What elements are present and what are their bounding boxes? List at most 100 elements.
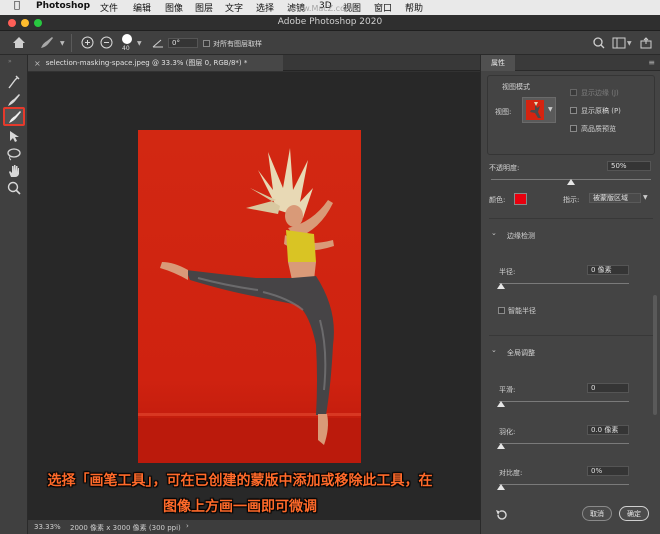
canvas-area[interactable] — [28, 72, 480, 520]
radius-slider-knob[interactable] — [497, 283, 505, 289]
panel-tab-bar: 属性 ≡ — [481, 55, 660, 71]
smart-radius-label: 智能半径 — [508, 307, 536, 315]
caption-line-2: 图像上方画一画即可微调 — [163, 499, 317, 515]
view-label: 视图: — [495, 108, 512, 116]
object-selection-tool-icon[interactable] — [5, 128, 23, 144]
brush-tool-highlight[interactable] — [3, 107, 25, 126]
opacity-field[interactable]: 50% — [607, 161, 651, 171]
contrast-field[interactable]: 0% — [587, 466, 629, 476]
menu-app-name[interactable]: Photoshop — [36, 1, 90, 11]
menu-bar:  Photoshop 文件 编辑 图像 图层 文字 选择 滤镜 3D 视图 窗… — [0, 0, 660, 15]
radius-field[interactable]: 0 像素 — [587, 265, 629, 275]
zoom-tool-icon[interactable] — [5, 180, 23, 196]
menu-file[interactable]: 文件 — [100, 1, 118, 14]
apple-icon[interactable]:  — [14, 0, 20, 11]
separator — [71, 34, 72, 52]
feather-label: 羽化: — [499, 428, 516, 436]
show-original-checkbox[interactable] — [570, 107, 577, 114]
view-mode-title: 视图模式 — [502, 83, 530, 91]
show-edges-checkbox[interactable] — [570, 89, 577, 96]
sample-all-layers-label: 对所有图层取样 — [213, 40, 262, 48]
hand-tool-icon[interactable] — [5, 163, 23, 179]
smart-radius-checkbox[interactable] — [498, 307, 505, 314]
status-bar: 33.33% 2000 像素 x 3000 像素 (300 ppi) › — [28, 520, 480, 534]
menu-image[interactable]: 图像 — [165, 1, 183, 14]
indicate-dropdown-icon[interactable]: ▼ — [643, 194, 648, 201]
edge-detect-title[interactable]: 边缘检测 — [507, 231, 535, 241]
opacity-slider-knob[interactable] — [567, 179, 575, 185]
contrast-label: 对比度: — [499, 469, 523, 477]
caption-line-1: 选择「画笔工具」，可在已创建的蒙版中添加或移除此工具，在 — [47, 473, 433, 489]
brush-size-swatch[interactable] — [122, 34, 132, 44]
reset-icon[interactable] — [495, 509, 507, 521]
search-icon[interactable] — [593, 37, 605, 49]
close-tab-icon[interactable]: × — [34, 59, 41, 68]
chevron-right-icon[interactable]: › — [186, 522, 189, 530]
show-original-label: 显示原稿 (P) — [581, 107, 621, 115]
collapse-toolbar-icon[interactable]: » — [8, 58, 12, 65]
thumbnail-dancer-icon — [530, 102, 541, 118]
smooth-slider-knob[interactable] — [497, 401, 505, 407]
menu-window[interactable]: 窗口 — [374, 1, 392, 14]
contrast-slider-knob[interactable] — [497, 484, 505, 490]
document-info[interactable]: 2000 像素 x 3000 像素 (300 ppi) — [70, 523, 181, 533]
view-dropdown-icon[interactable]: ▼ — [548, 106, 553, 113]
brush-preset-icon[interactable] — [38, 35, 56, 50]
contrast-slider-track[interactable] — [499, 484, 629, 485]
section-divider — [489, 218, 653, 219]
properties-panel: 属性 ≡ 视图模式 视图: ▼ 显示边缘 (J) 显示原稿 (P) 高品质预览 … — [480, 55, 660, 534]
menu-type[interactable]: 文字 — [225, 1, 243, 14]
refine-edge-brush-tool-icon[interactable] — [5, 92, 23, 108]
angle-field[interactable]: 0° — [168, 38, 198, 48]
smooth-slider-track[interactable] — [499, 401, 629, 402]
brush-size-value: 40 — [122, 45, 130, 52]
feather-slider-knob[interactable] — [497, 443, 505, 449]
zoom-readout[interactable]: 33.33% — [34, 523, 61, 531]
share-icon[interactable] — [640, 37, 652, 49]
brush-size-dropdown-icon[interactable]: ▼ — [137, 40, 142, 47]
view-mode-picker[interactable]: ▼ — [522, 97, 556, 123]
menu-select[interactable]: 选择 — [256, 1, 274, 14]
home-icon[interactable] — [12, 36, 26, 49]
quick-selection-tool-icon[interactable] — [5, 74, 23, 90]
options-bar: ▼ 40 ▼ 0° 对所有图层取样 ▼ — [0, 31, 660, 55]
chevron-down-icon[interactable]: ⌄ — [491, 229, 497, 237]
cancel-button[interactable]: 取消 — [582, 506, 612, 521]
subtract-from-mask-icon[interactable] — [100, 36, 113, 49]
add-to-mask-icon[interactable] — [81, 36, 94, 49]
radius-label: 半径: — [499, 268, 516, 276]
section-divider — [489, 335, 653, 336]
window-title: Adobe Photoshop 2020 — [277, 17, 383, 27]
feather-field[interactable]: 0.0 像素 — [587, 425, 629, 435]
smooth-label: 平滑: — [499, 386, 516, 394]
photoshop-window:  Photoshop 文件 编辑 图像 图层 文字 选择 滤镜 3D 视图 窗… — [0, 0, 660, 534]
angle-icon — [152, 39, 163, 48]
radius-slider-track[interactable] — [499, 283, 629, 284]
indicate-select[interactable]: 被蒙版区域 — [589, 193, 641, 203]
high-quality-checkbox[interactable] — [570, 125, 577, 132]
ok-button[interactable]: 确定 — [619, 506, 649, 521]
properties-tab[interactable]: 属性 — [481, 55, 515, 71]
chevron-down-icon[interactable]: ▼ — [60, 40, 65, 47]
feather-slider-track[interactable] — [499, 443, 629, 444]
panel-menu-icon[interactable]: ≡ — [648, 58, 655, 67]
overlay-color-swatch[interactable] — [514, 193, 527, 205]
indicate-label: 指示: — [563, 196, 580, 204]
panel-scrollbar[interactable] — [653, 295, 657, 415]
workspace-icon[interactable] — [612, 37, 626, 49]
brush-tool-icon[interactable] — [6, 109, 24, 125]
workspace-dropdown-icon[interactable]: ▼ — [627, 40, 632, 47]
sample-all-layers-checkbox[interactable] — [203, 40, 210, 47]
smooth-field[interactable]: 0 — [587, 383, 629, 393]
menu-help[interactable]: 帮助 — [405, 1, 423, 14]
lasso-tool-icon[interactable] — [5, 146, 23, 162]
watermark-text: www.MacZ.com — [290, 4, 353, 13]
window-title-bar: Adobe Photoshop 2020 — [0, 15, 660, 31]
menu-edit[interactable]: 编辑 — [133, 1, 151, 14]
document-tab[interactable]: × selection-masking-space.jpeg @ 33.3% (… — [28, 55, 283, 71]
menu-layer[interactable]: 图层 — [195, 1, 213, 14]
chevron-down-icon[interactable]: ⌄ — [491, 346, 497, 354]
view-mode-group: 视图模式 视图: ▼ 显示边缘 (J) 显示原稿 (P) 高品质预览 — [487, 75, 655, 155]
global-adjust-title[interactable]: 全局调整 — [507, 348, 535, 358]
dancer-photo[interactable] — [138, 130, 361, 463]
